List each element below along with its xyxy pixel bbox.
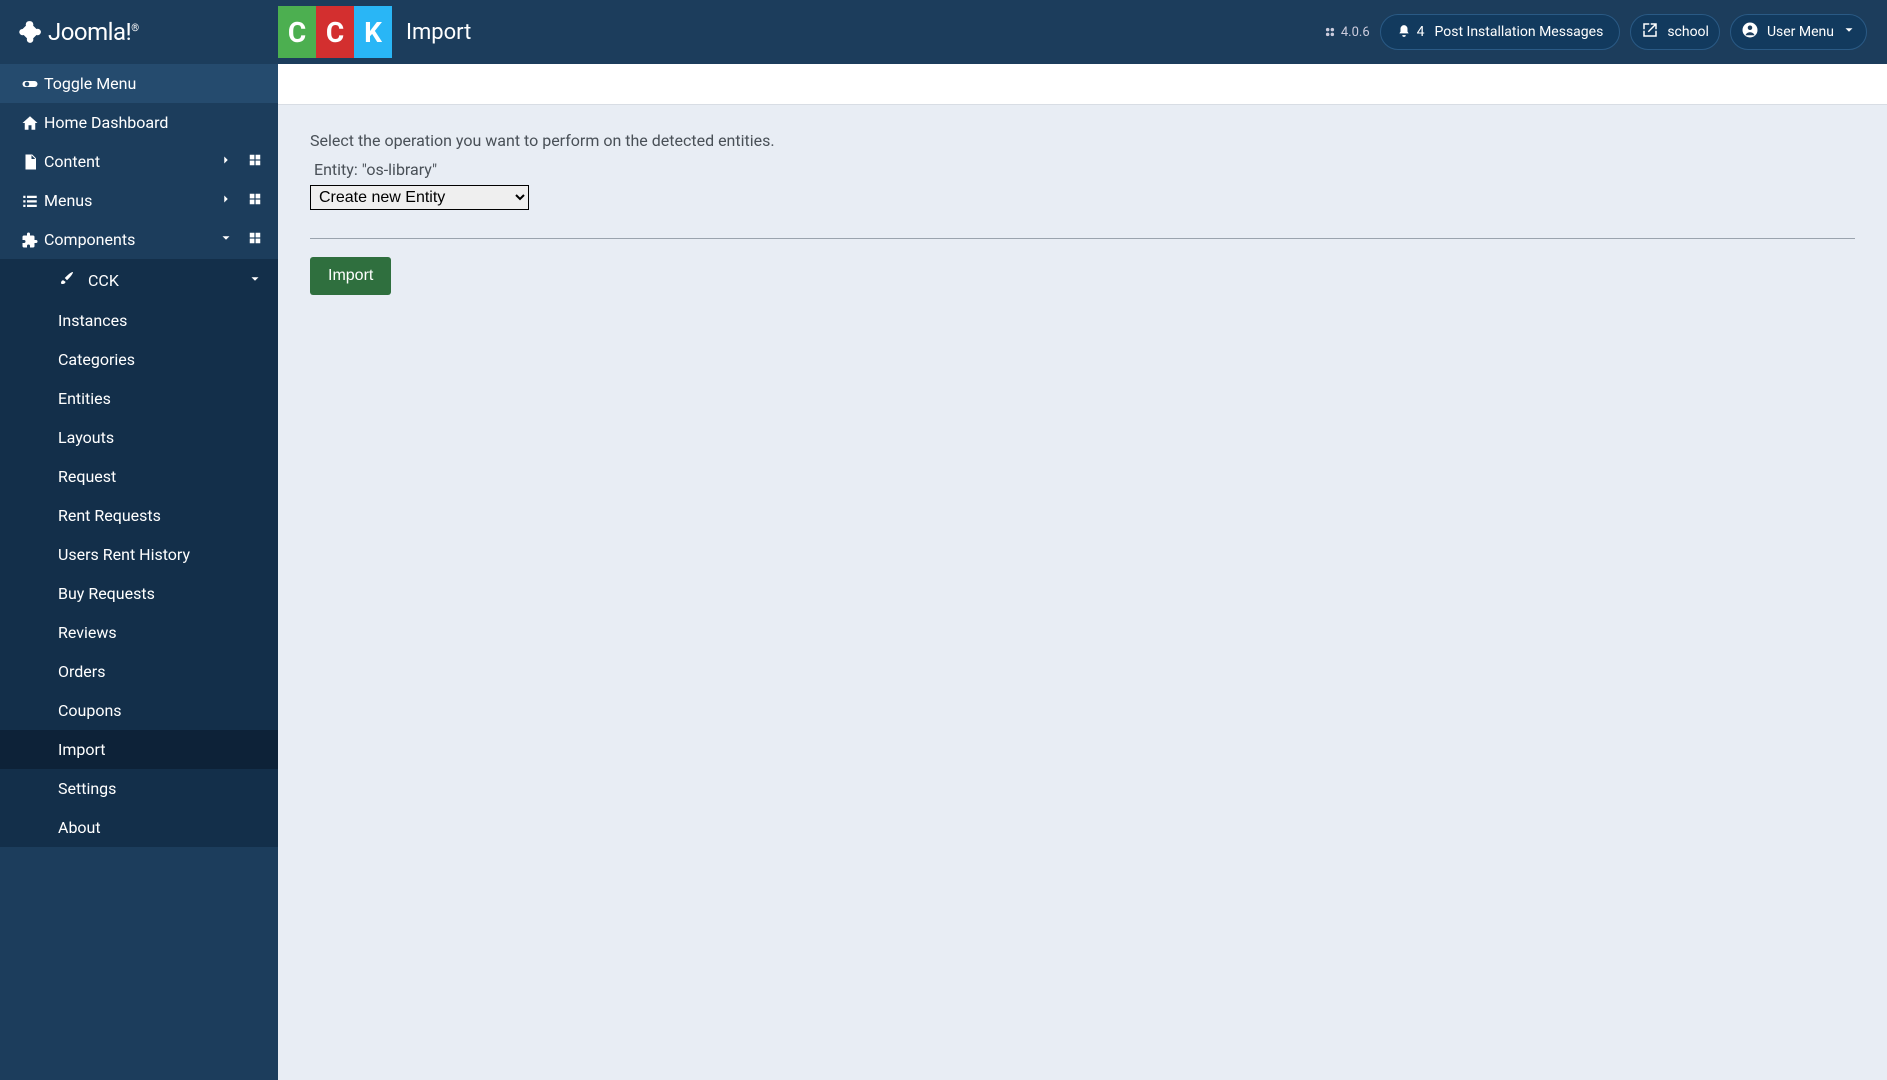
site-name: school [1667,24,1709,40]
sidebar-item-content[interactable]: Content [0,142,278,181]
divider [310,238,1855,239]
page-title: Import [406,20,471,45]
components-submenu: CCK Instances Categories Entities Layout… [0,259,278,847]
submenu-item-coupons[interactable]: Coupons [0,691,278,730]
content-area: Select the operation you want to perform… [278,105,1887,321]
description-text: Select the operation you want to perform… [310,131,1855,150]
sidebar-item-label: Content [44,152,214,171]
chevron-down-icon [248,271,262,290]
paint-brush-icon [58,269,76,291]
submenu-item-settings[interactable]: Settings [0,769,278,808]
grid-icon[interactable] [248,231,262,249]
sidebar-item-components[interactable]: Components [0,220,278,259]
submenu-item-label: Import [58,740,262,759]
submenu-item-request[interactable]: Request [0,457,278,496]
topbar: C C K Import 4.0.6 4 Post Installation M… [278,0,1887,64]
submenu-item-label: Layouts [58,428,262,447]
cck-logo: C C K [278,6,392,58]
entity-label: Entity: "os-library" [314,160,1855,179]
submenu-item-instances[interactable]: Instances [0,301,278,340]
user-menu-label: User Menu [1767,24,1834,40]
joomla-icon [16,16,42,48]
chevron-down-icon [1842,23,1856,41]
grid-icon[interactable] [248,192,262,210]
list-icon [16,192,44,210]
submenu-item-label: Buy Requests [58,584,262,603]
site-link-button[interactable]: school [1630,14,1720,50]
post-install-messages-button[interactable]: 4 Post Installation Messages [1380,14,1621,50]
cck-logo-c3: K [354,6,392,58]
submenu-item-entities[interactable]: Entities [0,379,278,418]
user-menu-button[interactable]: User Menu [1730,14,1867,50]
sidebar-item-label: Home Dashboard [44,113,262,132]
submenu-item-label: Instances [58,311,262,330]
brand[interactable]: Joomla!® [0,0,278,64]
brand-name: Joomla!® [48,18,139,46]
cck-logo-c2: C [316,6,354,58]
submenu-item-label: Users Rent History [58,545,262,564]
joomla-small-icon [1323,25,1337,39]
sidebar: Joomla!® Toggle Menu Home Dashboard Cont… [0,0,278,1080]
submenu-item-categories[interactable]: Categories [0,340,278,379]
user-icon [1741,21,1759,43]
submenu-item-rent-requests[interactable]: Rent Requests [0,496,278,535]
notif-count: 4 [1417,24,1425,40]
entity-operation-select[interactable]: Create new Entity [310,185,529,210]
toolbar-strip [278,64,1887,105]
submenu-item-layouts[interactable]: Layouts [0,418,278,457]
grid-icon[interactable] [248,153,262,171]
sidebar-item-home-dashboard[interactable]: Home Dashboard [0,103,278,142]
toggle-menu[interactable]: Toggle Menu [0,64,278,103]
submenu-item-label: Orders [58,662,262,681]
submenu-item-reviews[interactable]: Reviews [0,613,278,652]
submenu-item-label: Rent Requests [58,506,262,525]
sidebar-item-label: Menus [44,191,214,210]
file-icon [16,153,44,171]
sidebar-item-label: Components [44,230,214,249]
submenu-item-label: Settings [58,779,262,798]
version-text: 4.0.6 [1341,25,1370,40]
chevron-right-icon [214,152,238,171]
puzzle-icon [16,231,44,249]
submenu-item-label: Coupons [58,701,262,720]
submenu-item-label: About [58,818,262,837]
cck-logo-c1: C [278,6,316,58]
submenu-item-about[interactable]: About [0,808,278,847]
submenu-header-label: CCK [88,271,236,290]
version-link[interactable]: 4.0.6 [1323,25,1370,40]
submenu-item-label: Request [58,467,262,486]
submenu-item-import[interactable]: Import [0,730,278,769]
submenu-item-label: Entities [58,389,262,408]
chevron-down-icon [214,230,238,249]
submenu-item-orders[interactable]: Orders [0,652,278,691]
import-button[interactable]: Import [310,257,391,295]
main: C C K Import 4.0.6 4 Post Installation M… [278,0,1887,1080]
bell-icon [1397,23,1411,42]
toggle-icon [16,75,44,93]
submenu-header-cck[interactable]: CCK [0,259,278,301]
submenu-item-users-rent-history[interactable]: Users Rent History [0,535,278,574]
chevron-right-icon [214,191,238,210]
submenu-item-label: Reviews [58,623,262,642]
topbar-right: 4.0.6 4 Post Installation Messages schoo… [1323,14,1867,50]
post-install-label: Post Installation Messages [1435,24,1604,40]
sidebar-item-menus[interactable]: Menus [0,181,278,220]
toggle-menu-label: Toggle Menu [44,74,262,93]
home-icon [16,114,44,132]
submenu-item-buy-requests[interactable]: Buy Requests [0,574,278,613]
submenu-item-label: Categories [58,350,262,369]
external-link-icon [1641,21,1659,43]
